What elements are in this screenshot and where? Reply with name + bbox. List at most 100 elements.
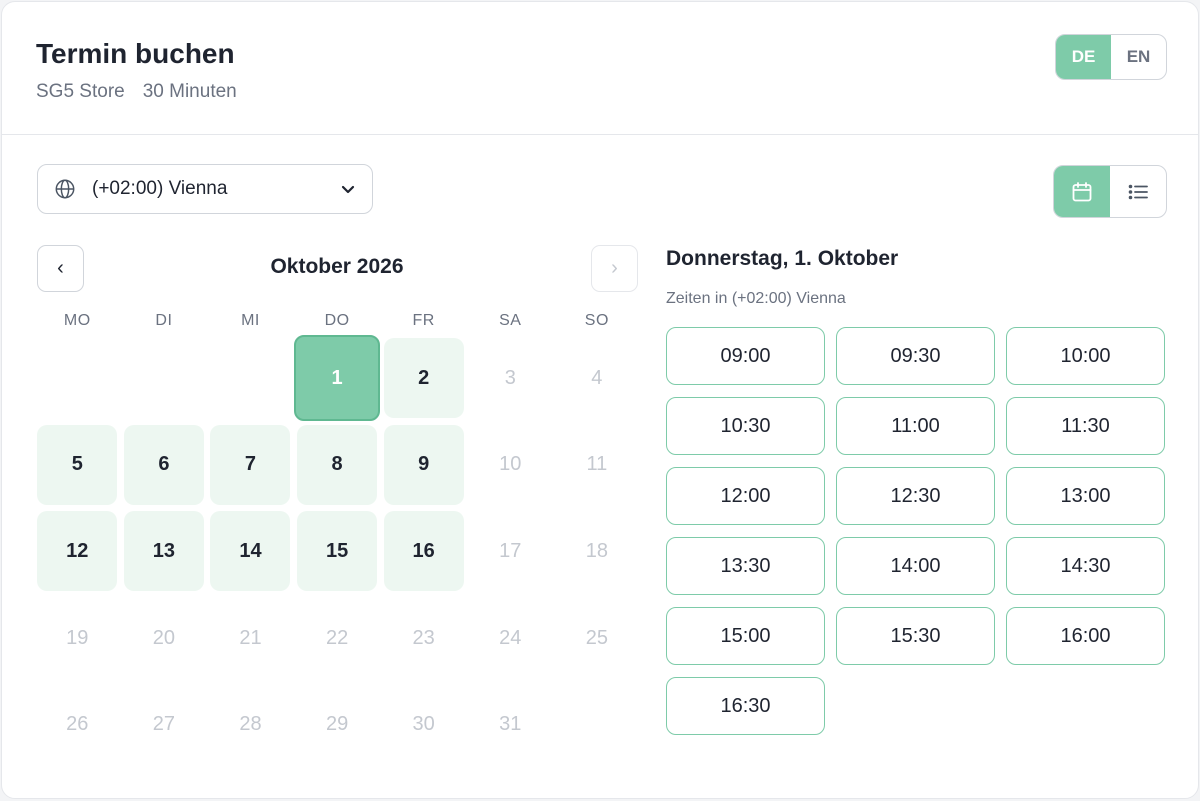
calendar-day-number: 14 xyxy=(210,511,291,592)
time-slot-button[interactable]: 13:00 xyxy=(1006,467,1165,525)
calendar-day: 29 xyxy=(294,681,381,768)
calendar-day[interactable]: 2 xyxy=(380,335,467,422)
time-slot-button[interactable]: 10:00 xyxy=(1006,327,1165,385)
calendar-day-number: 19 xyxy=(66,626,89,649)
calendar-day-number: 17 xyxy=(499,539,522,562)
booking-card: Termin buchen SG5 Store 30 Minuten DE EN … xyxy=(1,1,1199,799)
calendar-day: 20 xyxy=(121,595,208,682)
calendar-day-number: 7 xyxy=(210,424,291,505)
store-name: SG5 Store xyxy=(36,81,125,102)
calendar-day-number: 28 xyxy=(239,713,262,736)
calendar-day[interactable]: 16 xyxy=(380,508,467,595)
calendar-day-number: 26 xyxy=(66,713,89,736)
time-slot-button[interactable]: 14:30 xyxy=(1006,537,1165,595)
calendar-day: 26 xyxy=(34,681,121,768)
calendar-day-number: 18 xyxy=(585,539,608,562)
calendar-day[interactable]: 13 xyxy=(121,508,208,595)
calendar-day: 4 xyxy=(554,335,641,422)
calendar-day-number: 25 xyxy=(585,626,608,649)
calendar-day[interactable]: 9 xyxy=(380,422,467,509)
calendar-day-number: 5 xyxy=(37,424,118,505)
time-slot-button[interactable]: 16:30 xyxy=(666,677,825,735)
calendar-day-number: 9 xyxy=(383,424,464,505)
booking-header: Termin buchen SG5 Store 30 Minuten DE EN xyxy=(2,2,1198,135)
calendar-day: 21 xyxy=(207,595,294,682)
calendar-day: 22 xyxy=(294,595,381,682)
month-label: Oktober 2026 xyxy=(270,255,404,278)
calendar-day-number: 13 xyxy=(123,511,204,592)
weekday-label: DO xyxy=(324,312,350,329)
calendar-day: 10 xyxy=(467,422,554,509)
calendar-day-number: 21 xyxy=(239,626,262,649)
calendar-day-number: 24 xyxy=(499,626,522,649)
selected-date-title: Donnerstag, 1. Oktober xyxy=(666,247,899,270)
weekday-label: SO xyxy=(584,312,609,329)
time-slot-button[interactable]: 15:00 xyxy=(666,607,825,665)
next-month-button[interactable]: › xyxy=(591,245,638,292)
calendar-day[interactable]: 15 xyxy=(294,508,381,595)
weekday-header: MO DI MI DO FR SA SO xyxy=(34,312,640,330)
calendar-day-number: 20 xyxy=(152,626,176,649)
time-slot-button[interactable]: 14:00 xyxy=(836,537,995,595)
prev-month-button[interactable]: ‹ xyxy=(37,245,84,292)
calendar-day-number: 3 xyxy=(504,366,516,389)
calendar-day-number: 6 xyxy=(123,424,204,505)
time-slot-button[interactable]: 12:30 xyxy=(836,467,995,525)
calendar-day-number: 1 xyxy=(293,335,381,422)
calendar-day-number: 29 xyxy=(325,713,349,736)
calendar-day-number: 12 xyxy=(37,511,118,592)
calendar-day[interactable]: 6 xyxy=(121,422,208,509)
time-slot-button[interactable]: 13:30 xyxy=(666,537,825,595)
calendar-day: 18 xyxy=(554,508,641,595)
calendar-day-number: 31 xyxy=(499,713,522,736)
calendar-day[interactable]: 14 xyxy=(207,508,294,595)
calendar-day-number: 10 xyxy=(499,453,522,476)
timezone-label: (+02:00) Vienna xyxy=(92,178,228,199)
subtitle: SG5 Store 30 Minuten xyxy=(36,81,237,103)
calendar-icon xyxy=(1072,181,1092,201)
language-switch: DE EN xyxy=(1055,34,1167,80)
time-slot-button[interactable]: 10:30 xyxy=(666,397,825,455)
time-slot-list: 09:00 09:30 10:00 10:30 11:00 11:30 12:00 12:30… xyxy=(666,327,1166,735)
calendar-day-selected[interactable]: 1 xyxy=(293,335,381,422)
calendar-day[interactable]: 7 xyxy=(207,422,294,509)
calendar-day-number: 11 xyxy=(586,453,608,476)
calendar-day: 25 xyxy=(554,595,641,682)
page-title: Termin buchen xyxy=(36,38,235,69)
calendar-day-number: 2 xyxy=(383,338,464,419)
calendar-day: 27 xyxy=(121,681,208,768)
duration-label: 30 Minuten xyxy=(142,81,237,102)
weekday-label: DI xyxy=(155,312,173,329)
calendar-day-number: 16 xyxy=(383,511,464,592)
calendar-view-button[interactable] xyxy=(1054,166,1110,217)
calendar-blank xyxy=(34,335,121,422)
calendar-day: 3 xyxy=(467,335,554,422)
calendar-grid: 1 2 3 4 5 6 7 8 9 10 11 12 13 14 15 16 17 18 19 20 21 22 23 24 2… xyxy=(34,335,640,768)
list-view-button[interactable] xyxy=(1110,166,1166,217)
time-slot-button[interactable]: 11:30 xyxy=(1006,397,1165,455)
weekday-label: SA xyxy=(499,312,522,329)
timezone-note: Zeiten in (+02:00) Vienna xyxy=(666,290,846,307)
calendar-day[interactable]: 5 xyxy=(34,422,121,509)
calendar-day-number: 8 xyxy=(297,424,378,505)
calendar-day: 23 xyxy=(380,595,467,682)
calendar-day: 19 xyxy=(34,595,121,682)
calendar-day-number: 22 xyxy=(325,626,349,649)
calendar-day-number: 4 xyxy=(591,366,603,389)
time-slot-button[interactable]: 11:00 xyxy=(836,397,995,455)
time-slot-button[interactable]: 16:00 xyxy=(1006,607,1165,665)
calendar-day[interactable]: 12 xyxy=(34,508,121,595)
time-slot-button[interactable]: 09:30 xyxy=(836,327,995,385)
calendar-day: 11 xyxy=(554,422,641,509)
chevron-down-icon xyxy=(341,185,355,194)
time-slot-button[interactable]: 15:30 xyxy=(836,607,995,665)
language-de-button[interactable]: DE xyxy=(1056,35,1111,79)
time-slot-button[interactable]: 12:00 xyxy=(666,467,825,525)
calendar-day[interactable]: 8 xyxy=(294,422,381,509)
time-slot-button[interactable]: 09:00 xyxy=(666,327,825,385)
globe-icon xyxy=(55,179,75,199)
timezone-select[interactable]: (+02:00) Vienna xyxy=(37,164,373,214)
calendar-day: 31 xyxy=(467,681,554,768)
language-en-button[interactable]: EN xyxy=(1111,35,1166,79)
calendar-day: 30 xyxy=(380,681,467,768)
